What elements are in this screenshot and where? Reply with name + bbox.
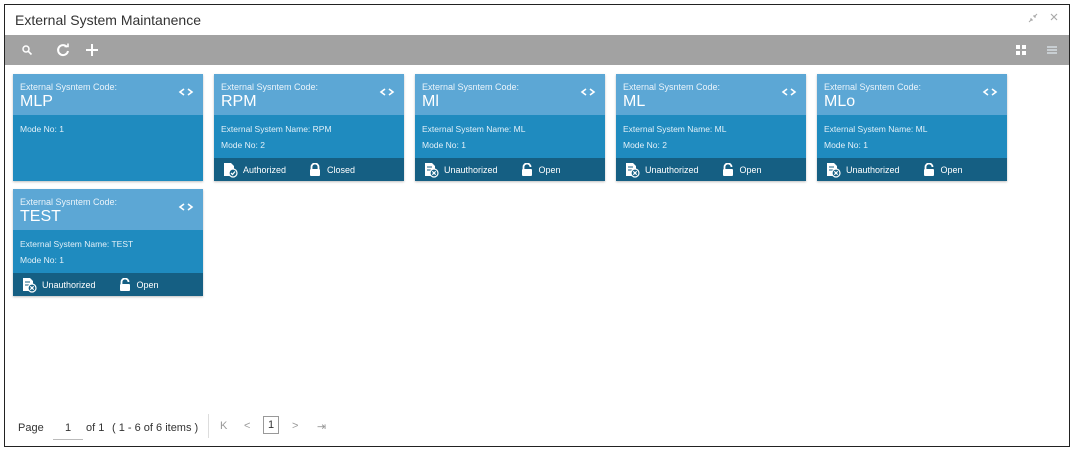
record-status: Open [922, 162, 963, 177]
code-label: External Sysntem Code: [824, 82, 922, 92]
unauthorized-icon [425, 162, 439, 178]
next-page-button[interactable]: > [292, 420, 298, 432]
link-icon[interactable] [982, 86, 998, 98]
toolbar [5, 35, 1069, 65]
page-count-label: of 1 [86, 422, 105, 434]
tile-header: External Sysntem Code: ML [616, 74, 806, 115]
auth-status-text: Unauthorized [42, 279, 96, 290]
record-status: Open [721, 162, 762, 177]
lock-open-icon [923, 162, 934, 176]
system-code: MLo [824, 93, 856, 110]
system-code: ML [623, 93, 646, 110]
refresh-icon[interactable] [53, 40, 73, 60]
auth-status-text: Authorized [243, 164, 287, 175]
lock-open-icon [521, 162, 532, 176]
mode-number: Mode No: 1 [20, 124, 64, 134]
mode-number: Mode No: 1 [824, 140, 868, 150]
tile-footer: Unauthorized Open [817, 158, 1007, 181]
auth-status-text: Unauthorized [645, 164, 699, 175]
system-code: MLP [20, 93, 53, 110]
system-name: External System Name: RPM [221, 124, 332, 134]
auth-status: Unauthorized [624, 162, 699, 178]
auth-status-text: Unauthorized [444, 164, 498, 175]
tile-footer: Unauthorized Open [616, 158, 806, 181]
add-button[interactable] [82, 40, 102, 60]
tile-footer: Authorized Closed [214, 158, 404, 181]
tile-header: External Sysntem Code: RPM [214, 74, 404, 115]
system-name: External System Name: ML [422, 124, 526, 134]
tile-header: External Sysntem Code: MLP [13, 74, 203, 115]
lock-open-icon [722, 162, 733, 176]
tile-header: External Sysntem Code: TEST [13, 189, 203, 230]
tile-mlo[interactable]: External Sysntem Code: MLo External Syst… [817, 74, 1007, 181]
system-name: External System Name: TEST [20, 239, 134, 249]
system-code: RPM [221, 93, 257, 110]
tile-rpm[interactable]: External Sysntem Code: RPM External Syst… [214, 74, 404, 181]
tile-test[interactable]: External Sysntem Code: TEST External Sys… [13, 189, 203, 296]
current-page-button[interactable]: 1 [263, 416, 279, 434]
tile-grid: External Sysntem Code: MLP Mode No: 1 Ex… [5, 65, 1069, 406]
list-view-icon[interactable] [1042, 40, 1062, 60]
tile-mlp[interactable]: External Sysntem Code: MLP Mode No: 1 [13, 74, 203, 181]
page-label: Page [18, 422, 44, 434]
link-icon[interactable] [379, 86, 395, 98]
record-status-text: Closed [327, 164, 356, 175]
system-code: Ml [422, 93, 439, 110]
auth-status: Authorized [222, 162, 286, 178]
record-status: Closed [308, 162, 356, 177]
record-status: Open [520, 162, 561, 177]
link-icon[interactable] [580, 86, 596, 98]
system-code: TEST [20, 208, 61, 225]
link-icon[interactable] [781, 86, 797, 98]
auth-status: Unauthorized [21, 277, 96, 293]
items-count-label: ( 1 - 6 of 6 items ) [112, 422, 199, 434]
title-bar: External System Maintanence [5, 5, 1069, 36]
lock-closed-icon [310, 162, 321, 176]
prev-page-button[interactable]: < [244, 420, 250, 432]
system-name: External System Name: ML [623, 124, 727, 134]
mode-number: Mode No: 1 [20, 255, 64, 265]
code-label: External Sysntem Code: [221, 82, 319, 92]
tile-ml-2[interactable]: External Sysntem Code: ML External Syste… [616, 74, 806, 181]
record-status-text: Open [940, 164, 963, 175]
tile-footer: Unauthorized Open [13, 273, 203, 296]
tile-header: External Sysntem Code: MLo [817, 74, 1007, 115]
first-page-button[interactable]: K [220, 420, 227, 432]
auth-status-text: Unauthorized [846, 164, 900, 175]
last-page-button[interactable]: ⇥ [317, 420, 326, 433]
link-icon[interactable] [178, 86, 194, 98]
pagination-bar: Page of 1 ( 1 - 6 of 6 items ) K < 1 > ⇥ [5, 406, 1069, 446]
mode-number: Mode No: 2 [221, 140, 265, 150]
unauthorized-icon [827, 162, 841, 178]
auth-status: Unauthorized [423, 162, 498, 178]
record-status-text: Open [739, 164, 762, 175]
external-system-window: External System Maintanence External Sys… [4, 4, 1070, 447]
code-label: External Sysntem Code: [422, 82, 520, 92]
code-label: External Sysntem Code: [20, 197, 118, 207]
page-number-input[interactable] [53, 417, 83, 440]
search-icon[interactable] [17, 40, 37, 60]
unauthorized-icon [626, 162, 640, 178]
record-status-text: Open [538, 164, 561, 175]
authorized-icon [224, 162, 238, 178]
lock-open-icon [119, 277, 130, 291]
window-title: External System Maintanence [15, 12, 201, 28]
record-status-text: Open [136, 279, 159, 290]
code-label: External Sysntem Code: [623, 82, 721, 92]
link-icon[interactable] [178, 201, 194, 213]
auth-status: Unauthorized [825, 162, 900, 178]
unauthorized-icon [23, 277, 37, 293]
pager-divider [208, 414, 209, 438]
tile-ml-1[interactable]: External Sysntem Code: Ml External Syste… [415, 74, 605, 181]
minimize-icon[interactable] [1027, 12, 1039, 27]
code-label: External Sysntem Code: [20, 82, 118, 92]
close-icon[interactable] [1049, 12, 1059, 25]
tile-header: External Sysntem Code: Ml [415, 74, 605, 115]
mode-number: Mode No: 1 [422, 140, 466, 150]
system-name: External System Name: ML [824, 124, 928, 134]
tile-footer: Unauthorized Open [415, 158, 605, 181]
mode-number: Mode No: 2 [623, 140, 667, 150]
grid-view-icon[interactable] [1011, 40, 1031, 60]
record-status: Open [118, 277, 159, 292]
